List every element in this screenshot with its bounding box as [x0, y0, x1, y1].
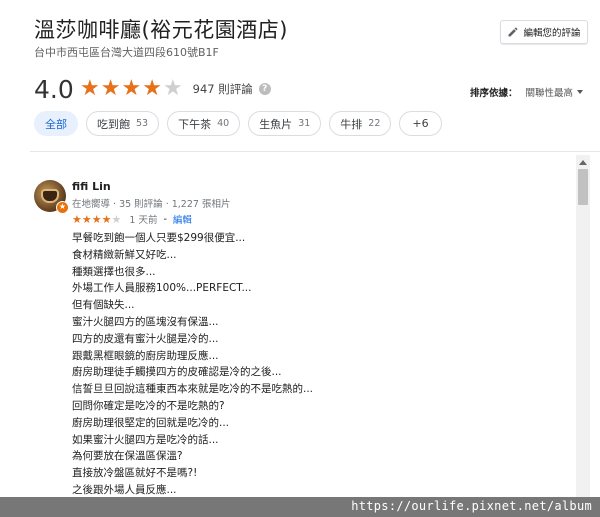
chip-label: +6 [412, 117, 429, 130]
review-line: 為何要放在保溫區保溫? [72, 450, 183, 463]
star-empty-icon: ★ [162, 76, 183, 101]
review-line: 直接放冷盤區就好不是嗎?! [72, 467, 198, 480]
coffee-cup-icon [41, 189, 59, 203]
star-filled-icon: ★ [142, 76, 162, 101]
section-divider [30, 151, 600, 152]
place-address: 台中市西屯區台灣大道四段610號B1F [34, 46, 219, 59]
review-line: 蜜汁火腿四方的區塊沒有保溫... [72, 315, 219, 328]
sort-label: 排序依據： [470, 88, 518, 99]
chip-buffet[interactable]: 吃到飽 53 [86, 111, 160, 136]
star-filled-icon: ★ [101, 212, 112, 226]
watermark-bar: https://ourlife.pixnet.net/album [0, 497, 600, 517]
chip-label: 牛排 [340, 117, 363, 131]
review-line: 如果蜜汁火腿四方是吃冷的話... [72, 433, 219, 446]
star-filled-icon: ★ [81, 212, 92, 226]
chip-all[interactable]: 全部 [34, 111, 78, 136]
star-filled-icon: ★ [121, 76, 142, 101]
edit-review-button[interactable]: 編輯您的評論 [500, 20, 588, 44]
review-stars: ★ ★ ★ ★ ★ [72, 214, 121, 225]
separator: - [163, 213, 167, 225]
chip-count: 31 [298, 118, 311, 129]
review-line: 廚房助理徒手觸摸四方的皮確認是冷的之後... [72, 366, 282, 379]
sort-dropdown[interactable]: 關聯性最高 [526, 85, 584, 99]
local-guide-label: 在地嚮導 [72, 199, 111, 210]
review-line: 四方的皮還有蜜汁火腿是冷的... [72, 332, 219, 345]
help-icon[interactable]: ? [258, 83, 271, 95]
review-line: 早餐吃到飽一個人只要$299很便宜... [72, 232, 246, 244]
pencil-icon [508, 27, 518, 37]
sort-control: 排序依據： 關聯性最高 [470, 85, 584, 99]
scroll-up-arrow-icon[interactable] [576, 157, 590, 167]
review-line: 跟戴黑框眼鏡的廚房助理反應... [72, 349, 219, 362]
chip-sashimi[interactable]: 生魚片 31 [248, 111, 322, 136]
star-filled-icon: ★ [80, 76, 100, 101]
review-line: 但有個缺失... [72, 299, 135, 312]
review-line: 廚房助理很堅定的回就是吃冷的... [72, 416, 230, 429]
review-line: 外場工作人員服務100%...PERFECT... [72, 282, 252, 295]
local-guide-badge-icon: ★ [56, 201, 69, 214]
chip-count: 22 [368, 118, 381, 129]
chip-more[interactable]: +6 [399, 111, 442, 136]
review-rating-row: ★ ★ ★ ★ ★ 1 天前 - 編輯 [72, 212, 192, 227]
chip-afternoon-tea[interactable]: 下午茶 40 [167, 111, 241, 136]
topic-chips: 全部 吃到飽 53 下午茶 40 生魚片 31 牛排 22 +6 [34, 111, 442, 136]
star-filled-icon: ★ [72, 212, 82, 226]
edit-link[interactable]: 編輯 [173, 212, 192, 226]
rating-stars: ★ ★ ★ ★ ★ [80, 78, 183, 100]
review-line: 信誓旦旦回說這種東西本來就是吃冷的不是吃熱的... [72, 383, 314, 396]
star-filled-icon: ★ [91, 212, 102, 226]
rating-value: 4.0 [34, 74, 74, 104]
place-title: 溫莎咖啡廳(裕元花園酒店) [34, 18, 288, 42]
reviewer-stats: · 35 則評論 · 1,227 張相片 [110, 199, 231, 210]
review-text: 早餐吃到飽一個人只要$299很便宜... 食材精緻新鮮又好吃... 種類選擇也很多.… [72, 230, 572, 517]
scroll-thumb[interactable] [578, 169, 588, 205]
sort-selected: 關聯性最高 [525, 88, 574, 99]
review-line: 回問你確定是吃冷的不是吃熱的? [72, 399, 225, 412]
chip-label: 全部 [45, 117, 67, 131]
rating-summary: 4.0 ★ ★ ★ ★ ★ 947 則評論 ? [34, 72, 271, 106]
place-header: 溫莎咖啡廳(裕元花園酒店) 台中市西屯區台灣大道四段610號B1F 編輯您的評論… [0, 0, 600, 105]
watermark-url: https://ourlife.pixnet.net/album [351, 499, 592, 513]
review-time: 1 天前 [129, 215, 158, 226]
chip-label: 下午茶 [178, 117, 212, 131]
caret-down-icon [577, 90, 584, 94]
star-empty-icon: ★ [111, 212, 122, 226]
reviewer-meta: 在地嚮導 · 35 則評論 · 1,227 張相片 [72, 196, 230, 210]
star-filled-icon: ★ [100, 76, 121, 101]
reviewer-name[interactable]: fifi Lin [72, 180, 111, 193]
review-line: 種類選擇也很多... [72, 265, 156, 278]
scrollbar[interactable] [576, 155, 590, 500]
chip-count: 53 [136, 118, 149, 129]
chip-steak[interactable]: 牛排 22 [329, 111, 392, 136]
review-line: 食材精緻新鮮又好吃... [72, 248, 177, 261]
chip-count: 40 [217, 118, 230, 129]
chip-label: 吃到飽 [97, 117, 130, 131]
review-count: 947 則評論 [192, 82, 253, 96]
edit-review-label: 編輯您的評論 [523, 28, 581, 39]
chip-label: 生魚片 [259, 117, 293, 131]
